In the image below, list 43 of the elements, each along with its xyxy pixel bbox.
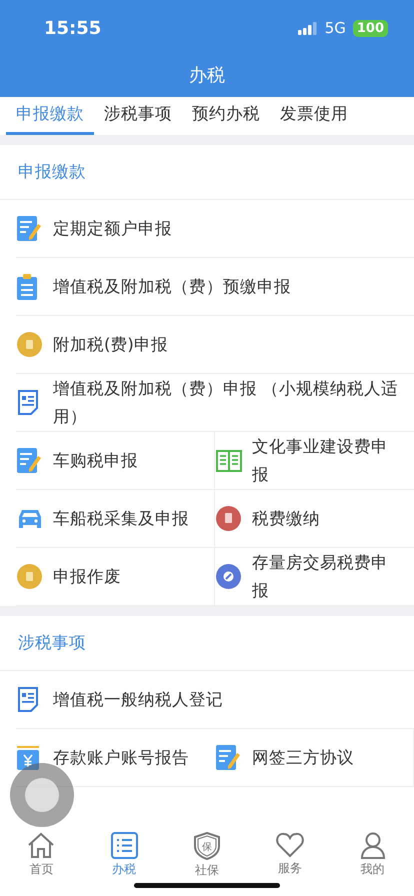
nav-tab[interactable]: 我的: [342, 832, 403, 896]
heart-icon: [276, 832, 304, 858]
form-icon: [17, 390, 41, 415]
tab[interactable]: 预约办税: [182, 97, 270, 135]
tab[interactable]: 发票使用: [270, 97, 358, 135]
car-icon: [17, 508, 43, 530]
document-badge-icon: [17, 332, 42, 357]
nav-tab[interactable]: 首页: [11, 832, 72, 896]
nav-tab[interactable]: 保 社保: [176, 832, 237, 896]
battery-indicator: 100: [352, 20, 388, 36]
menu-item[interactable]: 车船税采集及申报: [16, 490, 215, 548]
menu-item[interactable]: 车购税申报: [16, 432, 215, 490]
document-pencil-icon: [216, 744, 240, 770]
menu-item[interactable]: 增值税及附加税（费）预缴申报: [16, 258, 414, 316]
menu-item[interactable]: 定期定额户申报: [16, 200, 414, 258]
book-icon: [216, 448, 242, 472]
nav-tab[interactable]: 办税: [94, 832, 154, 896]
menu-item[interactable]: 税费缴纳: [215, 490, 414, 548]
menu-item[interactable]: 文化事业建设费申报: [215, 432, 414, 490]
tab[interactable]: 涉税事项: [94, 97, 182, 135]
signal-icon: [298, 22, 318, 34]
list-icon: [110, 832, 138, 859]
shield-icon: 保: [194, 832, 220, 860]
status-time: 15:55: [44, 18, 102, 38]
menu-item[interactable]: 附加税(费)申报: [16, 316, 414, 374]
nav-tab[interactable]: 服务: [260, 832, 320, 896]
document-badge-icon: [17, 564, 42, 589]
section-title: 涉税事项: [0, 616, 414, 671]
card-badge-icon: [216, 506, 241, 531]
menu-item[interactable]: 增值税一般纳税人登记: [16, 671, 414, 729]
person-icon: [360, 832, 385, 859]
page-title: 办税: [188, 64, 226, 87]
compass-icon: [216, 564, 241, 589]
form-icon: [17, 687, 41, 712]
document-pencil-icon: [17, 216, 41, 242]
home-icon: [27, 832, 56, 859]
yen-card-icon: [17, 746, 39, 770]
clipboard-icon: [17, 274, 37, 300]
document-pencil-icon: [17, 448, 41, 474]
section-title: 申报缴款: [0, 145, 414, 200]
menu-item[interactable]: 网签三方协议: [215, 729, 414, 787]
menu-item[interactable]: 增值税及附加税（费）申报 （小规模纳税人适用）: [16, 374, 414, 432]
network-label: 5G: [324, 19, 346, 37]
